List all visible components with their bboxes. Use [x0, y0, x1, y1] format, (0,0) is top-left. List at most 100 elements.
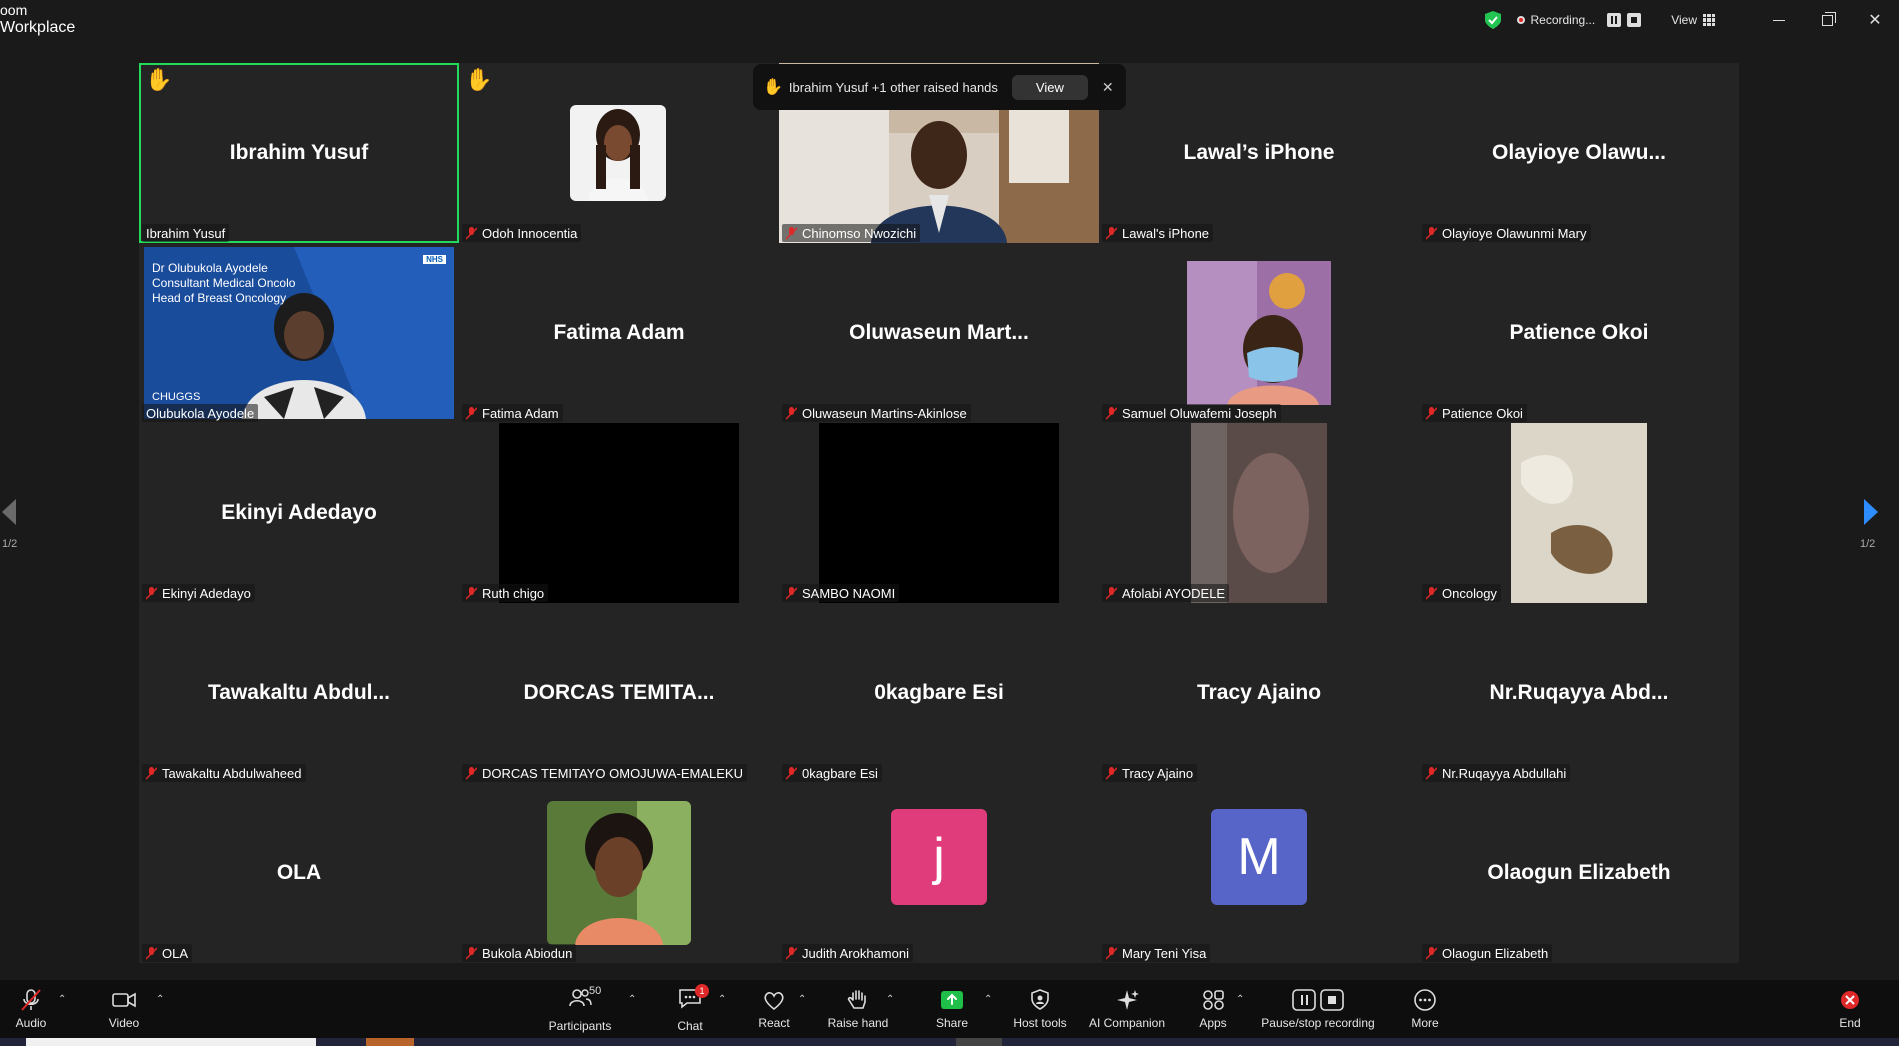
video-tile[interactable]: j Judith Arokhamoni — [779, 783, 1099, 963]
participant-name: Ruth chigo — [482, 585, 545, 601]
video-tile[interactable]: Olaogun Elizabeth Olaogun Elizabeth — [1419, 783, 1739, 963]
audio-button[interactable]: Audio — [10, 980, 52, 1038]
share-options-chevron-icon[interactable]: ⌃ — [984, 994, 992, 1005]
chat-button[interactable]: 1 Chat — [672, 980, 709, 1038]
react-label: React — [758, 1016, 790, 1030]
video-tile[interactable]: Samuel Oluwafemi Joseph — [1099, 243, 1419, 423]
participants-options-chevron-icon[interactable]: ⌃ — [628, 994, 636, 1005]
previous-page-arrow-icon[interactable] — [0, 497, 22, 527]
video-tile[interactable]: OLA OLA — [139, 783, 459, 963]
taskbar-item[interactable] — [26, 1038, 316, 1046]
raised-hands-notification: ✋ Ibrahim Yusuf +1 other raised hands Vi… — [753, 64, 1126, 110]
participant-name: Lawal's iPhone — [1122, 225, 1210, 241]
ai-companion-button[interactable]: AI Companion — [1088, 980, 1166, 1038]
video-tile[interactable]: Tracy Ajaino Tracy Ajaino — [1099, 603, 1419, 783]
view-button[interactable]: View — [1671, 13, 1697, 27]
participant-name: OLA — [162, 945, 189, 961]
react-options-chevron-icon[interactable]: ⌃ — [798, 994, 806, 1005]
pause-recording-icon[interactable] — [1607, 13, 1622, 27]
video-tile[interactable]: Olayioye Olawu... Olayioye Olawunmi Mary — [1419, 63, 1739, 243]
participant-name-tag: Samuel Oluwafemi Joseph — [1102, 404, 1281, 422]
react-button[interactable]: React — [754, 980, 794, 1038]
slide-line-2: Consultant Medical Oncolo — [152, 276, 296, 290]
pause-stop-recording-label: Pause/stop recording — [1261, 1016, 1375, 1030]
muted-mic-icon — [786, 946, 797, 959]
chat-options-chevron-icon[interactable]: ⌃ — [718, 994, 726, 1005]
participant-display-name: Lawal’s iPhone — [1183, 141, 1335, 164]
video-tile[interactable]: Nr.Ruqayya Abd... Nr.Ruqayya Abdullahi — [1419, 603, 1739, 783]
participant-name-tag: 0kagbare Esi — [782, 764, 882, 782]
taskbar-item[interactable] — [956, 1038, 1002, 1046]
app-title-line2: Workplace — [0, 19, 76, 36]
host-tools-label: Host tools — [1013, 1016, 1067, 1030]
participant-name-tag: Patience Okoi — [1422, 404, 1527, 422]
minimize-button[interactable] — [1755, 0, 1803, 40]
chat-label: Chat — [677, 1018, 703, 1033]
video-tile[interactable]: M Mary Teni Yisa — [1099, 783, 1419, 963]
apps-options-chevron-icon[interactable]: ⌃ — [1236, 994, 1244, 1005]
video-tile[interactable]: Lawal’s iPhone Lawal's iPhone — [1099, 63, 1419, 243]
encryption-shield-icon[interactable] — [1484, 11, 1501, 29]
participant-name-tag: Odoh Innocentia — [462, 224, 582, 242]
video-tile[interactable]: ✋ Ibrahim Yusuf Ibrahim Yusuf — [139, 63, 459, 243]
grid-view-icon[interactable] — [1703, 14, 1715, 26]
participant-name: Chinomso Nwozichi — [802, 225, 917, 241]
share-button[interactable]: Share — [934, 980, 970, 1038]
video-tile[interactable]: SAMBO NAOMI — [779, 423, 1099, 603]
video-tile[interactable]: 0kagbare Esi 0kagbare Esi — [779, 603, 1099, 783]
muted-mic-icon — [1106, 226, 1117, 239]
share-screen-icon — [941, 991, 963, 1009]
dismiss-notification-icon[interactable]: ✕ — [1102, 79, 1114, 96]
more-button[interactable]: More — [1408, 980, 1442, 1038]
close-button[interactable]: ✕ — [1851, 0, 1899, 40]
video-tile[interactable]: Ruth chigo — [459, 423, 779, 603]
os-taskbar — [0, 1038, 1899, 1046]
video-tile[interactable]: Fatima Adam Fatima Adam — [459, 243, 779, 423]
participant-name: Patience Okoi — [1442, 405, 1523, 421]
video-tile[interactable]: Tawakaltu Abdul... Tawakaltu Abdulwaheed — [139, 603, 459, 783]
participant-display-name: Ibrahim Yusuf — [229, 141, 369, 164]
muted-mic-icon — [466, 946, 477, 959]
pause-stop-recording-button[interactable]: Pause/stop recording — [1261, 980, 1375, 1038]
video-tile[interactable]: Ekinyi Adedayo Ekinyi Adedayo — [139, 423, 459, 603]
recording-status: Recording... — [1530, 13, 1596, 27]
apps-button[interactable]: Apps — [1198, 980, 1228, 1038]
video-tile[interactable]: Bukola Abiodun — [459, 783, 779, 963]
stop-recording-icon[interactable] — [1627, 13, 1642, 27]
restore-button[interactable] — [1803, 0, 1851, 40]
audio-options-chevron-icon[interactable]: ⌃ — [58, 994, 66, 1005]
participant-display-name: Tracy Ajaino — [1196, 681, 1322, 704]
raised-hand-icon: ✋ — [763, 79, 783, 96]
video-options-chevron-icon[interactable]: ⌃ — [156, 994, 164, 1005]
next-page-arrow-icon[interactable] — [1860, 497, 1882, 527]
end-meeting-button[interactable]: End — [1834, 980, 1866, 1038]
participant-name-tag: Mary Teni Yisa — [1102, 944, 1211, 962]
host-tools-button[interactable]: Host tools — [1012, 980, 1068, 1038]
video-tile[interactable]: Oluwaseun Mart... Oluwaseun Martins-Akin… — [779, 243, 1099, 423]
taskbar-item[interactable] — [366, 1038, 414, 1046]
video-tile[interactable]: Afolabi AYODELE — [1099, 423, 1419, 603]
view-raised-hands-button[interactable]: View — [1011, 74, 1088, 100]
participant-name: Nr.Ruqayya Abdullahi — [1442, 765, 1567, 781]
participant-name-tag: Tawakaltu Abdulwaheed — [142, 764, 306, 782]
muted-mic-icon — [466, 226, 477, 239]
audio-label: Audio — [15, 1016, 47, 1030]
video-button[interactable]: Video — [103, 980, 145, 1038]
raise-hand-button[interactable]: Raise hand — [828, 980, 888, 1038]
muted-mic-icon — [1426, 406, 1437, 419]
video-tile[interactable]: Dr Olubukola Ayodele Consultant Medical … — [139, 243, 459, 423]
video-tile[interactable]: ✋ Odoh Innocentia — [459, 63, 779, 243]
video-tile[interactable]: Patience Okoi Patience Okoi — [1419, 243, 1739, 423]
participant-display-name: Fatima Adam — [553, 321, 685, 344]
participant-name: Oluwaseun Martins-Akinlose — [802, 405, 967, 421]
share-label: Share — [935, 1016, 969, 1030]
muted-mic-icon — [786, 766, 797, 779]
raise-hand-options-chevron-icon[interactable]: ⌃ — [886, 994, 894, 1005]
participant-video — [499, 423, 739, 603]
video-tile[interactable]: Oncology — [1419, 423, 1739, 603]
video-tile[interactable]: DORCAS TEMITA... DORCAS TEMITAYO OMOJUWA… — [459, 603, 779, 783]
participants-button[interactable]: 50 Participants — [548, 980, 612, 1038]
chat-unread-badge: 1 — [695, 983, 709, 998]
participant-name-tag: SAMBO NAOMI — [782, 584, 900, 602]
page-indicator-left: 1/2 — [2, 538, 18, 550]
